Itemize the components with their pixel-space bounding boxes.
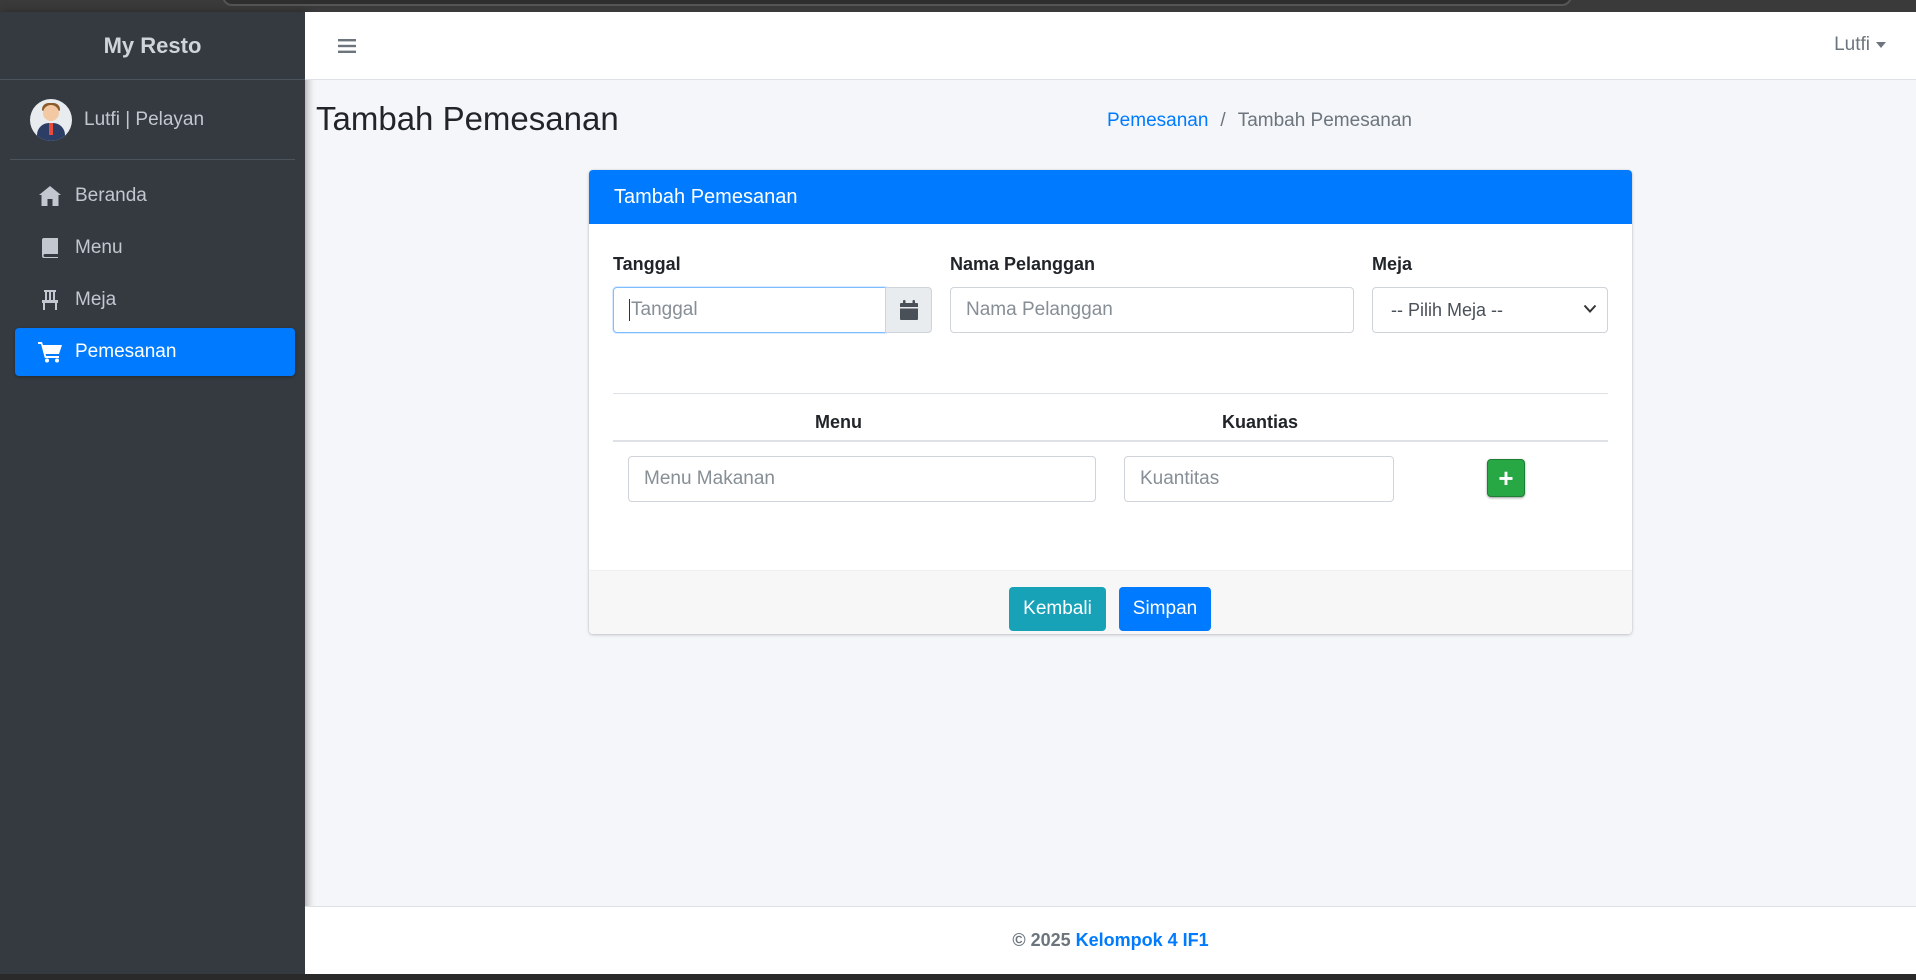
- tanggal-placeholder: Tanggal: [631, 299, 698, 320]
- order-form-card: Tambah Pemesanan Tanggal Tanggal Nama Pe…: [589, 170, 1632, 634]
- sidebar-item-label: Menu: [75, 237, 123, 258]
- user-dropdown-label: Lutfi: [1834, 34, 1870, 55]
- add-row-button[interactable]: +: [1487, 459, 1525, 497]
- card-footer: Kembali Simpan: [589, 570, 1632, 634]
- table-header-kuantitas: Kuantias: [1222, 412, 1299, 432]
- nama-pelanggan-placeholder: Nama Pelanggan: [966, 299, 1113, 320]
- browser-bottom-strip: [0, 974, 1916, 980]
- sidebar-item-label: Pemesanan: [75, 341, 177, 362]
- cart-icon: [37, 340, 63, 364]
- breadcrumb-link-pemesanan[interactable]: Pemesanan: [1107, 110, 1208, 132]
- chair-icon: [37, 288, 63, 312]
- main-footer: © 2025 Kelompok 4 IF1: [305, 906, 1916, 974]
- page-title: Tambah Pemesanan: [316, 100, 619, 137]
- breadcrumb-separator: /: [1220, 110, 1226, 131]
- table-header-menu: Menu: [815, 412, 862, 432]
- sidebar: My Resto Lutfi | Pelayan Beranda Menu Me…: [0, 12, 305, 974]
- calendar-button[interactable]: [885, 287, 932, 333]
- tanggal-label: Tanggal: [613, 254, 681, 274]
- home-icon: [37, 184, 63, 208]
- sidebar-item-beranda[interactable]: Beranda: [15, 172, 295, 220]
- caret-down-icon: [1876, 42, 1886, 48]
- chevron-down-icon: [1583, 304, 1597, 313]
- menu-makanan-placeholder: Menu Makanan: [644, 468, 775, 489]
- tanggal-input[interactable]: Tanggal: [613, 287, 886, 333]
- book-icon: [37, 236, 63, 260]
- browser-address-bar: [222, 0, 1572, 6]
- sidebar-nav: Beranda Menu Meja Pemesanan: [0, 160, 305, 376]
- sidebar-item-label: Meja: [75, 289, 117, 310]
- simpan-button[interactable]: Simpan: [1119, 587, 1211, 631]
- sidebar-item-meja[interactable]: Meja: [15, 276, 295, 324]
- sidebar-item-label: Beranda: [75, 185, 147, 206]
- main-header: Lutfi: [305, 12, 1916, 80]
- nama-pelanggan-input[interactable]: Nama Pelanggan: [950, 287, 1354, 333]
- footer-link[interactable]: Kelompok 4 IF1: [1076, 930, 1209, 951]
- hamburger-menu-icon[interactable]: [333, 32, 361, 60]
- meja-select[interactable]: -- Pilih Meja --: [1372, 287, 1608, 333]
- nama-pelanggan-label: Nama Pelanggan: [950, 254, 1096, 274]
- text-cursor: [629, 299, 630, 321]
- breadcrumb: Pemesanan / Tambah Pemesanan: [1107, 110, 1412, 132]
- calendar-icon: [899, 300, 918, 320]
- sidebar-item-pemesanan[interactable]: Pemesanan: [15, 328, 295, 376]
- menu-makanan-input[interactable]: Menu Makanan: [628, 456, 1096, 502]
- meja-select-value: -- Pilih Meja --: [1391, 299, 1504, 320]
- browser-top-strip: [0, 0, 1916, 12]
- breadcrumb-current: Tambah Pemesanan: [1237, 110, 1412, 131]
- app-window: My Resto Lutfi | Pelayan Beranda Menu Me…: [0, 12, 1916, 974]
- sidebar-item-menu[interactable]: Menu: [15, 224, 295, 272]
- kuantitas-input[interactable]: Kuantitas: [1124, 456, 1394, 502]
- avatar: [30, 98, 72, 141]
- user-panel: Lutfi | Pelayan: [10, 80, 295, 160]
- kembali-button[interactable]: Kembali: [1009, 587, 1106, 631]
- table-top-border: [613, 393, 1608, 394]
- user-panel-name[interactable]: Lutfi | Pelayan: [84, 109, 204, 131]
- user-dropdown[interactable]: Lutfi: [1834, 34, 1886, 56]
- card-title: Tambah Pemesanan: [589, 170, 1632, 224]
- brand-link[interactable]: My Resto: [0, 12, 305, 80]
- plus-icon: +: [1498, 462, 1514, 493]
- meja-label: Meja: [1372, 254, 1413, 274]
- kuantitas-placeholder: Kuantitas: [1140, 468, 1220, 489]
- table-header-border: [613, 440, 1608, 442]
- footer-copyright: © 2025: [1012, 930, 1071, 950]
